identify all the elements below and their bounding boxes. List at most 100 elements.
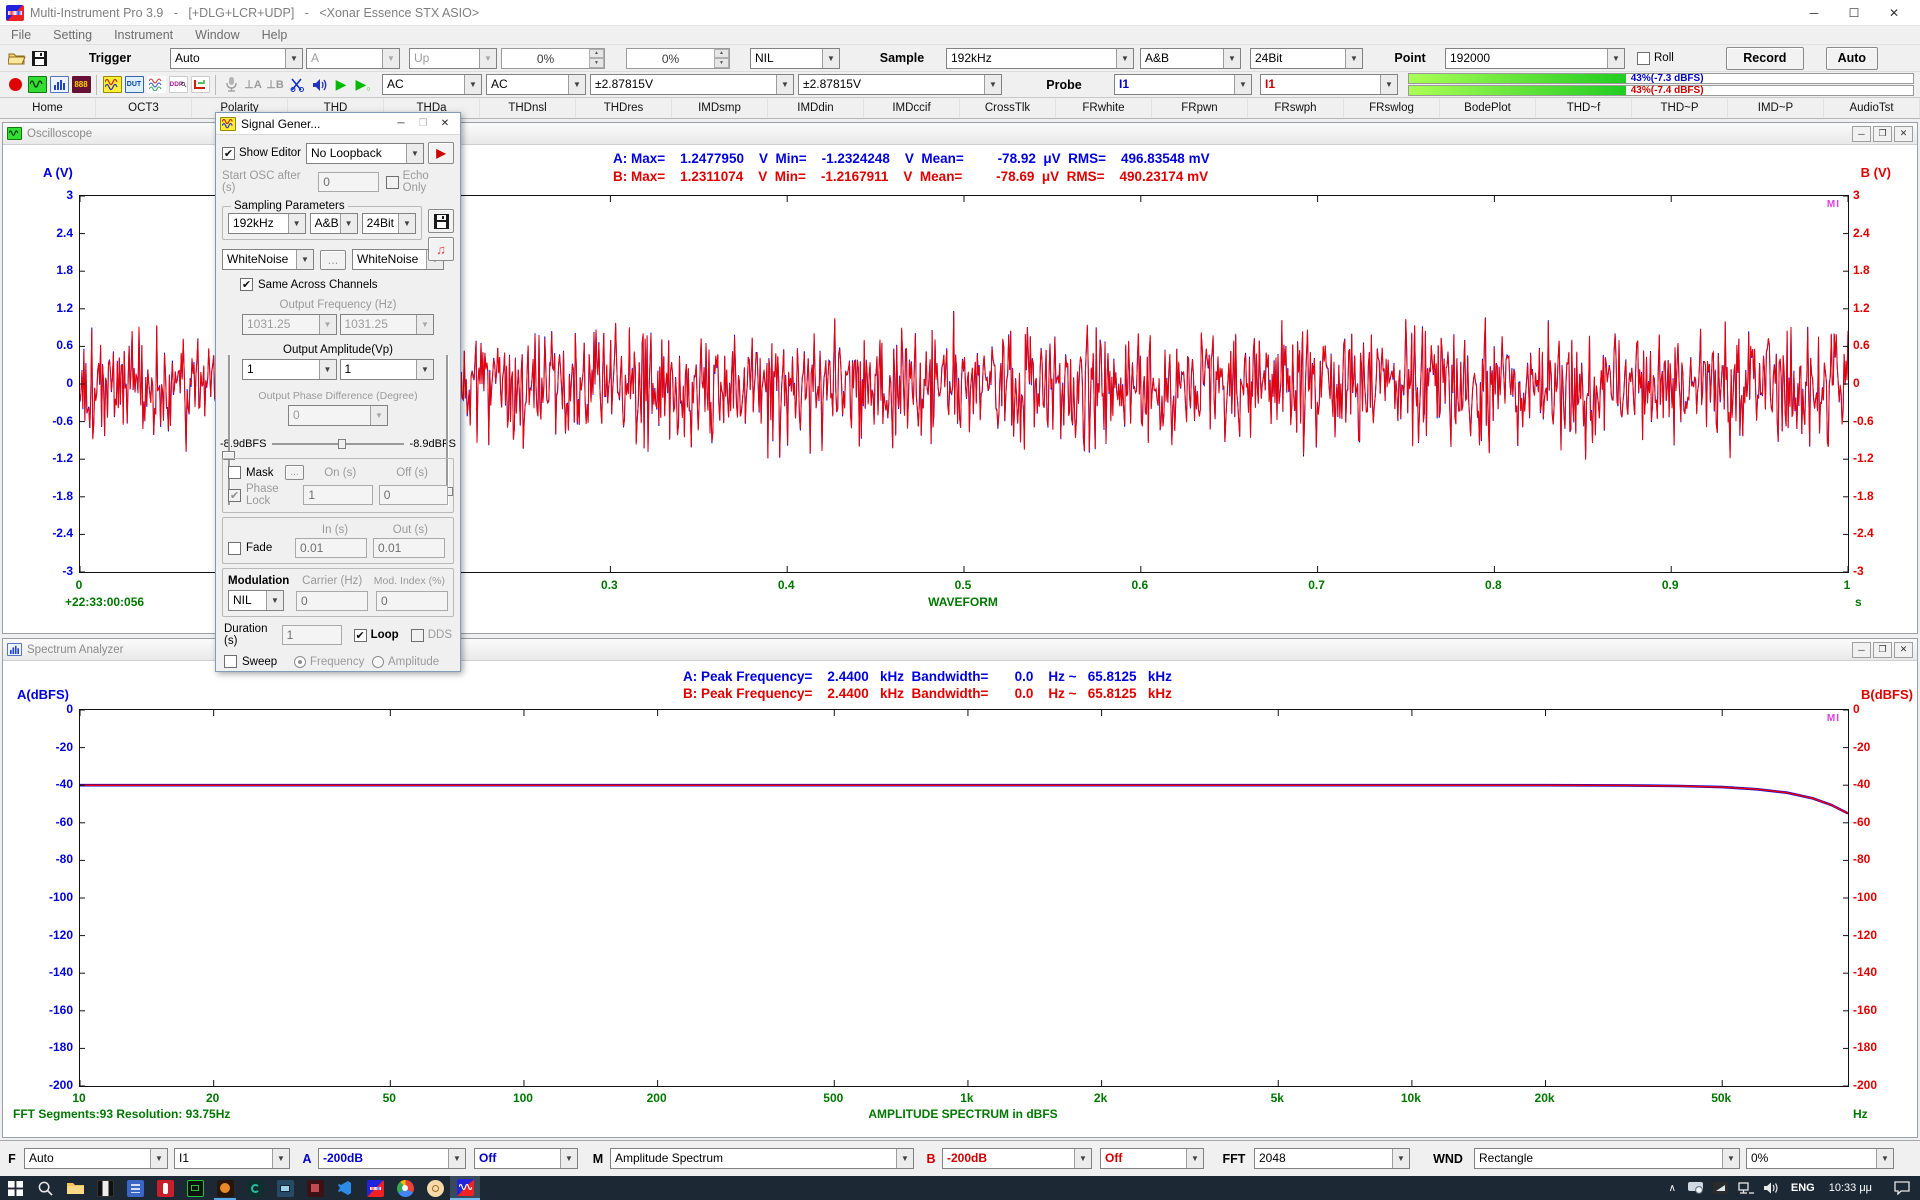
- multimeter-icon[interactable]: 888: [70, 74, 92, 95]
- same-across-channels-checkbox[interactable]: ✔: [240, 278, 253, 291]
- menu-item[interactable]: Window: [195, 28, 239, 42]
- amplitude-a-select[interactable]: 1▼: [242, 359, 337, 380]
- measurement-mode-select[interactable]: Amplitude Spectrum▼: [610, 1148, 914, 1169]
- minimize-button[interactable]: ─: [1794, 1, 1834, 25]
- tray-notification-icon[interactable]: [1894, 1181, 1910, 1195]
- gen-sample-rate-select[interactable]: 192kHz▼: [228, 213, 306, 234]
- coupling-b-select[interactable]: AC▼: [486, 74, 586, 95]
- chevron-down-icon[interactable]: ▼: [1722, 1149, 1739, 1168]
- taskbar-app-11[interactable]: [390, 1176, 420, 1200]
- panel-tab[interactable]: FRswlog: [1344, 98, 1440, 118]
- spinner-down-icon[interactable]: ▼: [714, 58, 729, 68]
- probe-b-select[interactable]: I1▼: [1260, 74, 1398, 95]
- sample-rate-select[interactable]: 192kHz▼: [946, 48, 1134, 69]
- point-count-select[interactable]: 192000▼: [1445, 48, 1625, 69]
- trigger-delay-spinner[interactable]: 0%▲▼: [626, 48, 730, 69]
- panel-tab[interactable]: OCT3: [96, 98, 192, 118]
- menu-item[interactable]: Setting: [53, 28, 92, 42]
- panel-close-button[interactable]: ✕: [1894, 126, 1913, 142]
- fft-size-select[interactable]: 2048▼: [1254, 1148, 1410, 1169]
- chevron-down-icon[interactable]: ▼: [1186, 1149, 1203, 1168]
- trigger-filter-select[interactable]: NIL▼: [750, 48, 840, 69]
- a-range-select[interactable]: -200dB▼: [318, 1148, 466, 1169]
- panel-tab[interactable]: IMDsmp: [672, 98, 768, 118]
- waveform-a-select[interactable]: WhiteNoise▼: [222, 249, 314, 270]
- gen-channels-select[interactable]: A&B▼: [310, 213, 358, 234]
- chevron-down-icon[interactable]: ▼: [1380, 75, 1397, 94]
- taskbar-app-5-running[interactable]: [210, 1176, 240, 1200]
- f-probe-select[interactable]: I1▼: [174, 1148, 290, 1169]
- file-explorer-button[interactable]: [60, 1176, 90, 1200]
- window-function-select[interactable]: Rectangle▼: [1474, 1148, 1740, 1169]
- show-editor-checkbox[interactable]: ✔: [222, 147, 235, 160]
- taskbar-app-8[interactable]: [300, 1176, 330, 1200]
- panel-restore-button[interactable]: ❐: [1873, 126, 1892, 142]
- mask-checkbox[interactable]: [228, 466, 241, 479]
- sound-output-icon[interactable]: [308, 74, 330, 95]
- chevron-down-icon[interactable]: ▼: [406, 144, 423, 163]
- spinner-up-icon[interactable]: ▲: [714, 49, 729, 59]
- signal-generator-icon[interactable]: [101, 74, 123, 95]
- panel-tab[interactable]: AudioTst: [1824, 98, 1920, 118]
- a-ref-select[interactable]: Off▼: [474, 1148, 578, 1169]
- chevron-down-icon[interactable]: ▼: [776, 75, 793, 94]
- modulation-select[interactable]: NIL▼: [228, 590, 284, 611]
- panel-tab[interactable]: IMDccif: [864, 98, 960, 118]
- device-test-plan-icon[interactable]: DUT: [123, 74, 145, 95]
- loop-checkbox[interactable]: ✔: [354, 629, 367, 642]
- chevron-down-icon[interactable]: ▼: [464, 75, 481, 94]
- chevron-down-icon[interactable]: ▼: [1223, 49, 1240, 68]
- panel-tab[interactable]: IMD~P: [1728, 98, 1824, 118]
- panel-tab[interactable]: THD~P: [1632, 98, 1728, 118]
- coupling-a-select[interactable]: AC▼: [382, 74, 482, 95]
- panel-tab[interactable]: FRwhite: [1056, 98, 1152, 118]
- bits-select[interactable]: 24Bit▼: [1250, 48, 1363, 69]
- balance-slider[interactable]: [272, 443, 403, 445]
- gen-bits-select[interactable]: 24Bit▼: [362, 213, 416, 234]
- taskbar-app-7[interactable]: [270, 1176, 300, 1200]
- tray-touchpad-icon[interactable]: [1688, 1182, 1703, 1194]
- chevron-down-icon[interactable]: ▼: [288, 214, 305, 233]
- dialog-restore-button[interactable]: ❐: [412, 115, 434, 133]
- menu-item[interactable]: Help: [262, 28, 288, 42]
- chevron-down-icon[interactable]: ▼: [984, 75, 1001, 94]
- run-loop-icon[interactable]: ▶○: [352, 74, 374, 95]
- chevron-down-icon[interactable]: ▼: [896, 1149, 913, 1168]
- generator-run-button[interactable]: ▶: [428, 142, 454, 164]
- play-file-button[interactable]: ♫: [428, 237, 454, 261]
- spectrum-analyzer-icon[interactable]: [48, 74, 70, 95]
- panel-tab[interactable]: CrossTlk: [960, 98, 1056, 118]
- overlap-select[interactable]: 0%▼: [1746, 1148, 1894, 1169]
- taskbar-app-9[interactable]: [330, 1176, 360, 1200]
- menu-item[interactable]: Instrument: [114, 28, 173, 42]
- derived-data-icon[interactable]: [145, 74, 167, 95]
- chevron-down-icon[interactable]: ▼: [568, 75, 585, 94]
- chevron-down-icon[interactable]: ▼: [285, 49, 302, 68]
- b-range-select[interactable]: -200dB▼: [942, 1148, 1092, 1169]
- roll-checkbox[interactable]: [1637, 52, 1650, 65]
- channels-select[interactable]: A&B▼: [1140, 48, 1241, 69]
- chevron-down-icon[interactable]: ▼: [1116, 49, 1133, 68]
- probe-a-select[interactable]: I1▼: [1114, 74, 1252, 95]
- trigger-mode-select[interactable]: Auto▼: [170, 48, 303, 69]
- chevron-down-icon[interactable]: ▼: [398, 214, 415, 233]
- taskbar-app-10[interactable]: [360, 1176, 390, 1200]
- auto-button[interactable]: Auto: [1826, 47, 1878, 70]
- chevron-down-icon[interactable]: ▼: [1345, 49, 1362, 68]
- panel-tab[interactable]: FRpwn: [1152, 98, 1248, 118]
- frequency-mode-select[interactable]: Auto▼: [24, 1148, 168, 1169]
- chevron-down-icon[interactable]: ▼: [560, 1149, 577, 1168]
- chevron-down-icon[interactable]: ▼: [266, 591, 283, 610]
- chevron-down-icon[interactable]: ▼: [1392, 1149, 1409, 1168]
- tray-clock[interactable]: 10:33 μμ: [1829, 1182, 1872, 1194]
- record-button[interactable]: Record: [1726, 47, 1804, 70]
- panel-tab[interactable]: THDres: [576, 98, 672, 118]
- panel-tab[interactable]: IMDdin: [768, 98, 864, 118]
- dialog-close-button[interactable]: ✕: [434, 115, 456, 133]
- trigger-level-spinner[interactable]: 0%▲▼: [501, 48, 605, 69]
- open-file-icon[interactable]: [6, 48, 28, 69]
- taskbar-app-1[interactable]: [90, 1176, 120, 1200]
- taskbar-app-13-active[interactable]: [450, 1176, 480, 1200]
- tray-network-icon[interactable]: [1738, 1182, 1754, 1194]
- chevron-down-icon[interactable]: ▼: [416, 360, 433, 379]
